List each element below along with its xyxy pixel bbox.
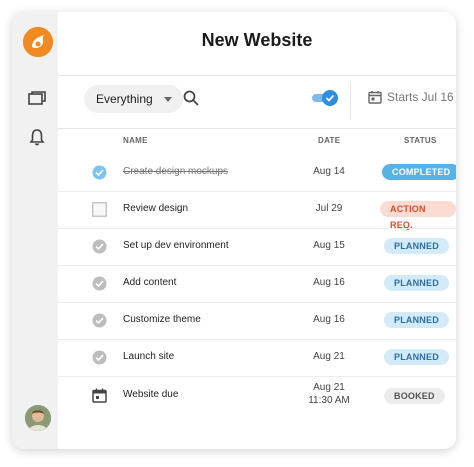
status-badge: PLANNED [384, 312, 449, 328]
checkbox-empty-icon[interactable] [92, 202, 107, 217]
table-row[interactable]: Website due Aug 21 11:30 AM BOOKED [58, 376, 456, 415]
task-name: Create design mockups [123, 166, 229, 177]
check-circle-icon[interactable] [92, 239, 107, 254]
toolbar: Everything Starts Jul 16 [58, 75, 456, 129]
check-circle-icon[interactable] [92, 313, 107, 328]
table-row[interactable]: Review design Jul 29 ACTION REQ. [58, 191, 456, 230]
bell-icon[interactable] [27, 127, 47, 147]
status-badge: ACTION REQ. [380, 201, 456, 230]
status-badge: COMPLETED [382, 164, 456, 180]
task-date: Aug 16 [313, 314, 345, 325]
task-name: Review design [123, 203, 189, 214]
toggle-switch[interactable] [312, 88, 340, 108]
toolbar-divider [350, 82, 351, 120]
table-header: NAME DATE STATUS [58, 128, 456, 154]
table-row[interactable]: Customize theme Aug 16 PLANNED [58, 302, 456, 339]
flame-logo-icon [23, 27, 53, 57]
sidebar [12, 12, 58, 449]
column-date-header: DATE [318, 136, 341, 145]
column-status-header: STATUS [404, 136, 437, 145]
table-row[interactable]: Launch site Aug 21 PLANNED [58, 339, 456, 376]
task-name: Website due [123, 389, 179, 400]
folders-icon[interactable] [27, 89, 47, 109]
task-date: Jul 29 [315, 203, 343, 214]
task-date: Aug 21 [313, 351, 345, 362]
status-badge: PLANNED [384, 238, 449, 254]
task-date: Aug 21 11:30 AM [294, 381, 364, 407]
task-date: Aug 16 [313, 277, 345, 288]
task-table: Create design mockups Aug 14 COMPLETED R… [58, 155, 456, 415]
table-row[interactable]: Set up dev environment Aug 15 PLANNED [58, 228, 456, 265]
task-name: Launch site [123, 351, 175, 362]
check-filled-icon[interactable] [92, 165, 107, 180]
check-circle-icon[interactable] [92, 350, 107, 365]
table-row[interactable]: Add content Aug 16 PLANNED [58, 265, 456, 302]
status-badge: PLANNED [384, 349, 449, 365]
caret-down-icon [163, 97, 172, 102]
task-date: Aug 15 [313, 240, 345, 251]
task-name: Customize theme [123, 314, 201, 325]
task-date: Aug 14 [313, 166, 345, 177]
task-date-time: 11:30 AM [308, 395, 350, 406]
status-badge: PLANNED [384, 275, 449, 291]
task-name: Set up dev environment [123, 240, 229, 251]
task-name: Add content [123, 277, 177, 288]
check-circle-icon[interactable] [92, 276, 107, 291]
filter-label: Everything [96, 92, 153, 106]
page-title: New Website [201, 30, 313, 50]
start-date-label[interactable]: Starts Jul 16 [387, 90, 454, 104]
calendar-icon [368, 91, 382, 104]
filter-dropdown[interactable]: Everything [84, 85, 183, 113]
table-row[interactable]: Create design mockups Aug 14 COMPLETED [58, 155, 456, 191]
main-panel: New Website Everything Starts Jul 16 NAM… [58, 12, 456, 449]
column-name-header: NAME [123, 136, 148, 145]
task-date-day: Aug 21 [313, 382, 345, 393]
status-badge: BOOKED [384, 388, 445, 404]
user-avatar[interactable] [25, 405, 51, 431]
app-window: New Website Everything Starts Jul 16 NAM… [12, 12, 456, 449]
avatar-photo-icon [25, 405, 51, 431]
app-logo[interactable] [23, 27, 53, 57]
search-icon[interactable] [182, 89, 200, 107]
calendar-event-icon [92, 388, 107, 403]
